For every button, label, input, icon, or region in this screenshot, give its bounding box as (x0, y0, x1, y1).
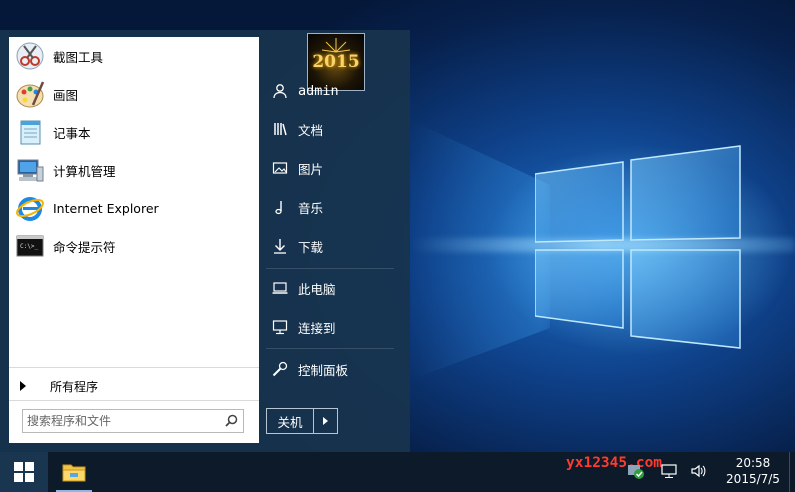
program-label: 计算机管理 (53, 163, 116, 179)
windows-logo-wallpaper (535, 145, 741, 349)
program-item-command-prompt[interactable]: C:\>_ 命令提示符 (9, 227, 259, 265)
program-item-notepad[interactable]: 记事本 (9, 113, 259, 151)
shutdown-button-group: 关机 (266, 408, 338, 434)
program-item-paint[interactable]: 画图 (9, 75, 259, 113)
search-box[interactable] (22, 409, 244, 433)
start-item-pictures[interactable]: 图片 (266, 153, 401, 183)
taskbar-file-explorer[interactable] (52, 452, 96, 492)
user-icon (271, 82, 289, 100)
start-item-label: 音乐 (298, 200, 324, 216)
program-label: 记事本 (53, 125, 91, 141)
start-item-downloads[interactable]: 下载 (266, 231, 401, 261)
start-item-label: 下载 (298, 239, 324, 255)
search-input[interactable] (27, 410, 217, 432)
divider (9, 367, 259, 368)
program-item-internet-explorer[interactable]: Internet Explorer (9, 189, 259, 227)
start-item-label: 文档 (298, 122, 324, 138)
all-programs-label: 所有程序 (50, 379, 99, 394)
watermark-text: yx12345.com (566, 455, 663, 471)
search-icon[interactable] (225, 414, 238, 430)
control-panel-icon (271, 360, 289, 378)
clock-date: 2015/7/5 (726, 472, 780, 486)
chevron-right-icon (322, 417, 328, 425)
start-item-this-pc[interactable]: 此电脑 (266, 273, 401, 303)
clock[interactable]: 20:58 2015/7/5 (722, 455, 784, 487)
network-icon[interactable] (659, 461, 679, 481)
computer-management-icon (13, 153, 47, 187)
folder-icon (62, 464, 86, 482)
show-desktop-button[interactable] (789, 452, 795, 492)
divider (9, 400, 259, 401)
start-item-label: 图片 (298, 161, 324, 177)
program-item-snipping-tool[interactable]: 截图工具 (9, 37, 259, 75)
start-item-connect-to[interactable]: 连接到 (266, 312, 401, 342)
program-item-computer-management[interactable]: 计算机管理 (9, 151, 259, 189)
shutdown-button[interactable]: 关机 (267, 409, 314, 433)
svg-text:C:\>_: C:\>_ (20, 243, 38, 250)
program-label: 命令提示符 (53, 239, 116, 255)
program-label: Internet Explorer (53, 200, 159, 216)
download-icon (271, 237, 289, 255)
paint-palette-icon (13, 77, 47, 111)
pictures-icon (271, 159, 289, 177)
start-item-label: 连接到 (298, 320, 336, 336)
music-icon (271, 198, 289, 216)
clock-time: 20:58 (735, 456, 771, 470)
shutdown-options-button[interactable] (314, 409, 337, 433)
program-label: 画图 (53, 87, 79, 103)
windows-start-icon (14, 462, 34, 482)
start-menu: 截图工具 画图 记事本 计算机管理 Internet Explorer C:\>… (0, 30, 410, 452)
start-item-control-panel[interactable]: 控制面板 (266, 354, 401, 384)
divider (266, 268, 394, 269)
notepad-icon (13, 115, 47, 149)
start-item-music[interactable]: 音乐 (266, 192, 401, 222)
connect-to-icon (271, 318, 289, 336)
start-item-admin[interactable]: admin (266, 76, 401, 106)
security-check-icon[interactable] (626, 461, 646, 481)
start-item-label: 控制面板 (298, 362, 349, 378)
expand-triangle-icon (20, 381, 26, 391)
program-label: 截图工具 (53, 49, 104, 65)
user-name-label: admin (298, 83, 339, 99)
start-item-documents[interactable]: 文档 (266, 114, 401, 144)
start-menu-program-list: 截图工具 画图 记事本 计算机管理 Internet Explorer C:\>… (9, 37, 259, 443)
volume-icon[interactable] (689, 461, 709, 481)
this-pc-icon (271, 279, 289, 297)
start-item-label: 此电脑 (298, 281, 336, 297)
avatar-year-text: 2015 (312, 52, 360, 72)
snipping-tool-icon (13, 39, 47, 73)
divider (266, 348, 394, 349)
command-prompt-icon: C:\>_ (13, 229, 47, 263)
start-button[interactable] (0, 452, 48, 492)
documents-icon (271, 120, 289, 138)
all-programs-button[interactable]: 所有程序 (9, 375, 259, 397)
internet-explorer-icon (13, 191, 47, 225)
